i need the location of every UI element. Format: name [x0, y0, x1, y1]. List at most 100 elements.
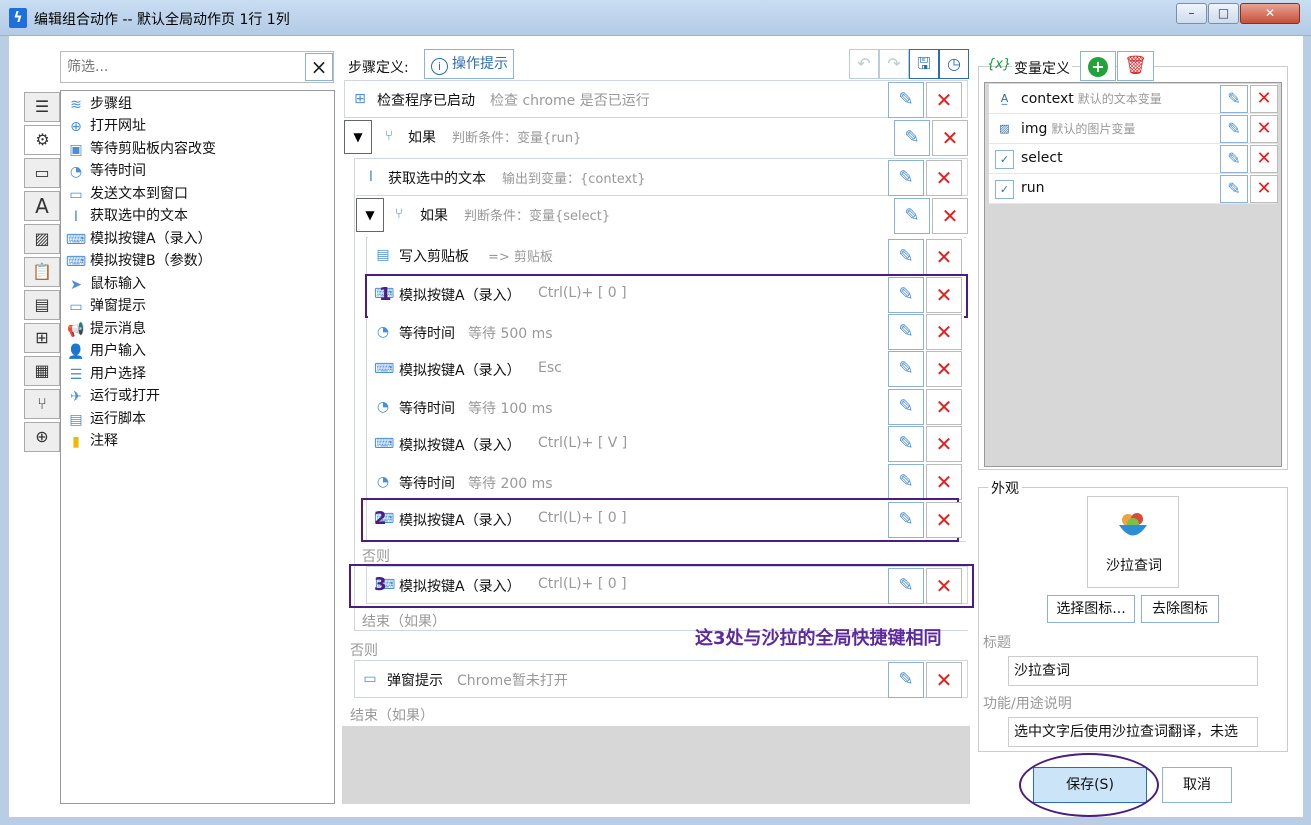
- step-row[interactable]: ⑂ 如果 判断条件：变量{select}: [386, 196, 966, 234]
- delete-step-button[interactable]: ✕: [926, 568, 962, 604]
- step-row[interactable]: ◔ 等待时间 等待 500 ms: [368, 314, 964, 352]
- document-icon[interactable]: ▤: [24, 290, 60, 320]
- tool-item[interactable]: ▭ 发送文本到窗口: [65, 183, 188, 205]
- edit-step-button[interactable]: ✎: [888, 568, 924, 604]
- delete-step-button[interactable]: ✕: [926, 426, 962, 462]
- cancel-button[interactable]: 取消: [1162, 767, 1232, 803]
- calculator-icon[interactable]: ▦: [24, 356, 60, 386]
- edit-variable-button[interactable]: ✎: [1220, 145, 1248, 173]
- redo-icon[interactable]: ↷: [879, 49, 909, 79]
- delete-step-button[interactable]: ✕: [926, 662, 962, 698]
- minimize-button[interactable]: –: [1176, 3, 1207, 24]
- tool-item[interactable]: ▤ 运行脚本: [65, 408, 146, 430]
- maximize-button[interactable]: □: [1208, 3, 1239, 24]
- delete-step-button[interactable]: ✕: [926, 277, 962, 313]
- delete-step-button[interactable]: ✕: [926, 239, 962, 275]
- tool-item[interactable]: I 获取选中的文本: [65, 205, 188, 227]
- gear-icon[interactable]: ⚙: [24, 125, 60, 155]
- description-label: 功能/用途说明: [983, 696, 1072, 712]
- edit-step-button[interactable]: ✎: [888, 662, 924, 698]
- clipboard-icon[interactable]: 📋: [24, 257, 60, 287]
- tool-item[interactable]: 👤 用户输入: [65, 340, 146, 362]
- tool-item[interactable]: ▮ 注释: [65, 430, 118, 452]
- clear-filter-button[interactable]: ×: [305, 53, 333, 81]
- tool-item[interactable]: ▭ 弹窗提示: [65, 295, 146, 317]
- collapse-toggle[interactable]: ▼: [344, 120, 372, 154]
- delete-step-button[interactable]: ✕: [932, 120, 968, 156]
- edit-step-button[interactable]: ✎: [888, 502, 924, 538]
- edit-step-button[interactable]: ✎: [894, 198, 930, 234]
- step-row[interactable]: I 获取选中的文本 输出到变量：{context}: [356, 158, 968, 196]
- globe-icon[interactable]: ⊕: [24, 422, 60, 452]
- delete-variable-button[interactable]: 🗑: [1117, 51, 1154, 81]
- variable-row[interactable]: ✓ select ✎ ✕: [989, 144, 1278, 174]
- edit-step-button[interactable]: ✎: [888, 351, 924, 387]
- add-variable-button[interactable]: +: [1080, 51, 1116, 81]
- window-icon[interactable]: ▭: [24, 158, 60, 188]
- step-row[interactable]: ◔ 等待时间 等待 100 ms: [368, 389, 964, 427]
- windows-icon[interactable]: ⊞: [24, 323, 60, 353]
- edit-step-button[interactable]: ✎: [888, 389, 924, 425]
- git-branch-icon[interactable]: ⑂: [24, 389, 60, 419]
- delete-step-button[interactable]: ✕: [926, 502, 962, 538]
- variable-row[interactable]: A̲ context 默认的文本变量 ✎ ✕: [989, 84, 1278, 114]
- tool-item[interactable]: ⌨ 模拟按键A（录入）: [65, 228, 212, 250]
- delete-step-button[interactable]: ✕: [926, 82, 962, 118]
- delete-step-button[interactable]: ✕: [926, 464, 962, 500]
- step-row[interactable]: ⌨ 模拟按键A（录入） Ctrl(L)+ [ V ]: [368, 426, 964, 464]
- edit-variable-button[interactable]: ✎: [1220, 175, 1248, 203]
- tool-item[interactable]: ▣ 等待剪贴板内容改变: [65, 138, 216, 160]
- remove-icon-button[interactable]: 去除图标: [1141, 595, 1219, 623]
- checkbox-checked-icon[interactable]: ✓: [995, 180, 1014, 199]
- delete-variable-button[interactable]: ✕: [1250, 115, 1278, 143]
- save-icon[interactable]: 🖫: [909, 49, 939, 79]
- step-row[interactable]: ⌨ 模拟按键A（录入） Esc: [368, 351, 964, 389]
- filter-input[interactable]: [67, 57, 297, 77]
- tool-item[interactable]: ☰ 用户选择: [65, 363, 146, 385]
- delete-step-button[interactable]: ✕: [926, 351, 962, 387]
- delete-variable-button[interactable]: ✕: [1250, 175, 1278, 203]
- step-row[interactable]: ◔ 等待时间 等待 200 ms: [368, 464, 964, 502]
- edit-variable-button[interactable]: ✎: [1220, 85, 1248, 113]
- delete-step-button[interactable]: ✕: [926, 314, 962, 350]
- tool-item[interactable]: ⌨ 模拟按键B（参数）: [65, 250, 212, 272]
- delete-step-button[interactable]: ✕: [926, 160, 962, 196]
- variable-row[interactable]: ✓ run ✎ ✕: [989, 174, 1278, 204]
- tool-item[interactable]: ➤ 鼠标输入: [65, 273, 146, 295]
- edit-step-button[interactable]: ✎: [888, 277, 924, 313]
- edit-variable-button[interactable]: ✎: [1220, 115, 1248, 143]
- delete-step-button[interactable]: ✕: [932, 198, 968, 234]
- edit-step-button[interactable]: ✎: [888, 464, 924, 500]
- delete-step-button[interactable]: ✕: [926, 389, 962, 425]
- variable-row[interactable]: ▨ img 默认的图片变量 ✎ ✕: [989, 114, 1278, 144]
- tool-item[interactable]: ⊕ 打开网址: [65, 115, 146, 137]
- edit-step-button[interactable]: ✎: [888, 314, 924, 350]
- step-row[interactable]: ⊞ 检查程序已启动 检查 chrome 是否已运行: [344, 80, 968, 118]
- menu-icon[interactable]: ☰: [24, 92, 60, 122]
- edit-step-button[interactable]: ✎: [894, 120, 930, 156]
- step-row[interactable]: ⑂ 如果 判断条件：变量{run}: [374, 118, 968, 156]
- step-row[interactable]: ▤ 写入剪贴板 => 剪贴板: [368, 237, 964, 275]
- edit-step-button[interactable]: ✎: [888, 160, 924, 196]
- tool-item[interactable]: 📢 提示消息: [65, 318, 146, 340]
- step-row[interactable]: ▭ 弹窗提示 Chrome暂未打开: [354, 660, 968, 698]
- tool-item[interactable]: ≋ 步骤组: [65, 93, 132, 115]
- delete-variable-button[interactable]: ✕: [1250, 145, 1278, 173]
- checkbox-checked-icon[interactable]: ✓: [995, 150, 1014, 169]
- choose-icon-button[interactable]: 选择图标...: [1047, 595, 1135, 623]
- description-input[interactable]: 选中文字后使用沙拉查词翻译，未选: [1008, 717, 1258, 747]
- edit-step-button[interactable]: ✎: [888, 82, 924, 118]
- tool-item[interactable]: ◔ 等待时间: [65, 160, 146, 182]
- tool-item[interactable]: ✈ 运行或打开: [65, 385, 160, 407]
- history-icon[interactable]: ◷: [939, 49, 969, 79]
- title-input[interactable]: 沙拉查词: [1008, 656, 1258, 686]
- collapse-toggle[interactable]: ▼: [356, 198, 384, 232]
- undo-icon[interactable]: ↶: [849, 49, 879, 79]
- edit-step-button[interactable]: ✎: [888, 426, 924, 462]
- hint-button[interactable]: i 操作提示: [424, 49, 514, 79]
- image-icon[interactable]: ▨: [24, 224, 60, 254]
- edit-step-button[interactable]: ✎: [888, 239, 924, 275]
- delete-variable-button[interactable]: ✕: [1250, 85, 1278, 113]
- close-button[interactable]: ✕: [1240, 3, 1300, 24]
- font-icon[interactable]: A: [24, 191, 60, 221]
